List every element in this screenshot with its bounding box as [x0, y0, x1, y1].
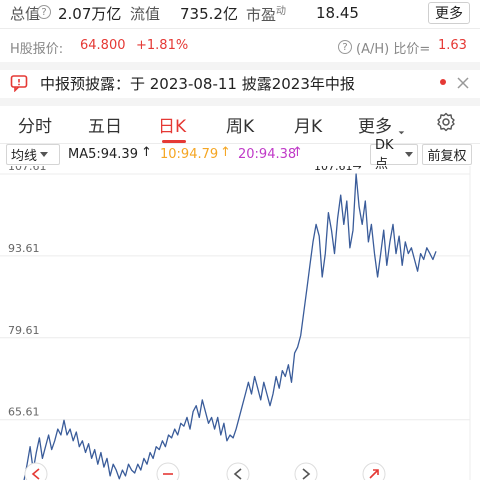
price-series — [23, 173, 437, 480]
y-tick-label: 65.61 — [8, 406, 40, 419]
h-share-change: +1.81% — [136, 38, 189, 53]
ma10-arrow-icon: ↑ — [220, 145, 231, 160]
stats-row: 总值 ? 2.07万亿 流值 735.2亿 市盈动 18.45 更多 — [0, 0, 480, 26]
pe-label-text: 市盈 — [246, 5, 277, 24]
total-value: 2.07万亿 — [58, 4, 122, 23]
notice-row[interactable]: 中报预披露：于 2023-08-11 披露2023年中报 — [0, 70, 480, 96]
float-value-label: 流值 — [130, 4, 161, 23]
section-divider — [0, 98, 480, 106]
y-axis-labels: 107.61 93.61 79.61 65.61 — [8, 166, 47, 419]
tab-more-label: 更多 — [358, 117, 392, 137]
chevron-down-icon — [395, 125, 405, 135]
max-value-label: 107.61→ — [314, 166, 362, 173]
dk-point-toggle[interactable]: DK点 — [370, 138, 418, 172]
tab-weekly-k[interactable]: 周K — [226, 112, 254, 137]
price-line — [23, 173, 437, 480]
expand-icon[interactable] — [362, 462, 386, 480]
ma20-value: 20:94.38 — [238, 147, 297, 162]
tab-five-day[interactable]: 五日 — [88, 112, 122, 137]
tab-daily-k[interactable]: 日K — [158, 112, 186, 137]
ah-ratio-label: (A/H) 比价= — [356, 42, 431, 57]
period-tabs: 分时 五日 日K 周K 月K 更多 — [0, 106, 480, 142]
divider — [0, 28, 480, 29]
total-value-label: 总值 — [10, 4, 41, 23]
caret-down-icon — [40, 152, 49, 157]
pe-label: 市盈动 — [246, 2, 286, 25]
ratio-info-icon[interactable]: ? — [338, 40, 352, 54]
ma20-arrow-icon: ↑ — [292, 145, 303, 160]
info-icon[interactable]: ? — [37, 5, 51, 19]
bottom-toolbar — [24, 462, 386, 480]
ma10-value: 10:94.79 — [160, 147, 219, 162]
chevron-back-icon[interactable] — [226, 462, 250, 480]
adjust-select[interactable]: 前复权 — [422, 144, 472, 165]
caret-down-icon — [405, 152, 413, 157]
kline-chart[interactable]: 107.61 93.61 79.61 65.61 107.61→ — [0, 166, 480, 480]
more-stats-button[interactable]: 更多 — [428, 2, 470, 24]
indicator-select[interactable]: 均线 — [6, 144, 60, 165]
h-share-row: H股报价: 64.800 +1.81% ? (A/H) 比价= 1.63 — [0, 34, 480, 58]
pe-sup: 动 — [276, 5, 287, 17]
h-share-price: 64.800 — [80, 38, 126, 53]
y-tick-label: 93.61 — [8, 242, 40, 255]
zoom-out-icon[interactable] — [156, 462, 180, 480]
chevron-forward-icon[interactable] — [294, 462, 318, 480]
unread-dot — [440, 79, 446, 85]
notice-text: 中报预披露：于 2023-08-11 披露2023年中报 — [40, 75, 355, 93]
y-tick-label: 107.61 — [8, 166, 47, 173]
ma5-arrow-icon: ↑ — [141, 145, 152, 160]
tab-monthly-k[interactable]: 月K — [294, 112, 322, 137]
indicator-select-label: 均线 — [11, 149, 38, 164]
float-value: 735.2亿 — [180, 4, 238, 23]
notice-icon — [10, 75, 28, 92]
h-share-label: H股报价: — [10, 42, 64, 57]
ma-row: 均线 MA5:94.39 ↑ 10:94.79 ↑ 20:94.38 ↑ DK点… — [0, 138, 480, 172]
ma5-value: MA5:94.39 — [68, 147, 138, 162]
ah-ratio-value: 1.63 — [438, 38, 467, 53]
tab-intraday[interactable]: 分时 — [18, 112, 52, 137]
gear-icon[interactable] — [436, 112, 456, 132]
close-icon[interactable] — [456, 76, 470, 90]
max-annotation: 107.61→ — [314, 166, 362, 173]
tab-more[interactable]: 更多 — [358, 112, 405, 137]
section-divider — [0, 62, 480, 70]
chevron-left-icon[interactable] — [24, 462, 48, 480]
pe-value: 18.45 — [316, 4, 359, 22]
y-tick-label: 79.61 — [8, 324, 40, 337]
